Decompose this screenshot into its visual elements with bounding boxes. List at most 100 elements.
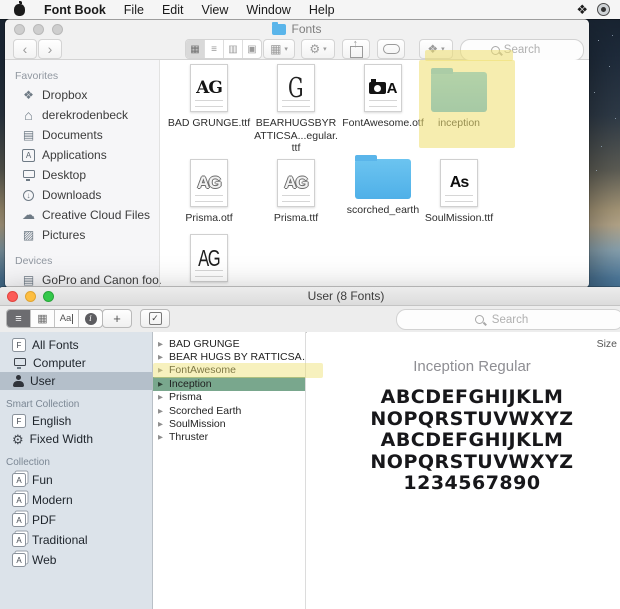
back-button[interactable]: ‹	[13, 39, 37, 59]
menu-edit[interactable]: Edit	[162, 3, 184, 17]
fontbook-toolbar: ≡ ▦ Aa i + ✓	[0, 306, 620, 333]
font-file-icon: As	[440, 159, 478, 207]
share-button[interactable]	[342, 38, 370, 59]
disclosure-triangle-icon[interactable]: ▶	[158, 393, 165, 401]
collection-header: Collection	[6, 457, 50, 468]
camera-glyph	[368, 79, 386, 94]
font-preview-sample: ABCDEFGHIJKLM NOPQRSTUVWXYZ ABCDEFGHIJKL…	[370, 386, 574, 494]
sidebar-item-downloads[interactable]: ↓ Downloads	[5, 185, 159, 205]
sidebar-item-web[interactable]: A Web	[0, 550, 152, 570]
font-list-view-button[interactable]: ≡	[7, 310, 30, 327]
checkbox-icon: ✓	[148, 312, 162, 325]
info-icon: i	[84, 312, 97, 325]
coverflow-view-button[interactable]: ▣	[242, 40, 261, 58]
dropbox-menu-icon[interactable]: ❖	[576, 3, 588, 16]
sidebar-item-english[interactable]: F English	[0, 412, 152, 430]
fontbook-titlebar: User (8 Fonts)	[0, 287, 620, 306]
sidebar-item-computer[interactable]: Computer	[0, 354, 152, 372]
fontbook-sidebar: F All Fonts Computer User Smart Collecti…	[0, 332, 153, 609]
sidebar-item-home[interactable]: ⌂ derekrodenbeck	[5, 105, 159, 125]
font-grid-view-button[interactable]: ▦	[30, 310, 54, 327]
font-file-icon: AG	[277, 159, 315, 207]
list-view-button[interactable]: ≡	[204, 40, 223, 58]
apple-menu-icon[interactable]	[14, 0, 25, 16]
minimize-button[interactable]	[25, 291, 36, 302]
file-bad-grunge[interactable]: AG BAD GRUNGE.ttf	[165, 64, 253, 130]
sidebar-item-user[interactable]: User	[0, 372, 152, 390]
font-file-icon: G	[277, 64, 315, 112]
sidebar-item-all-fonts[interactable]: F All Fonts	[0, 336, 152, 354]
sidebar-item-creative-cloud[interactable]: ☁ Creative Cloud Files	[5, 205, 159, 225]
font-collection-icon: F	[12, 338, 26, 352]
column-view-button[interactable]: ▥	[223, 40, 242, 58]
file-prisma-ttf[interactable]: AG Prisma.ttf	[252, 159, 340, 225]
sidebar-item-pdf[interactable]: A PDF	[0, 510, 152, 530]
font-list-item-bear-hugs[interactable]: ▶ BEAR HUGS BY RATTICSA…	[153, 350, 305, 363]
collection-icon: A	[12, 533, 26, 547]
fontbook-search-field[interactable]	[396, 309, 620, 330]
collection-icon: A	[12, 553, 26, 567]
sidebar-item-applications[interactable]: A Applications	[5, 145, 159, 165]
file-prisma-otf[interactable]: AG Prisma.otf	[165, 159, 253, 225]
folder-icon	[272, 21, 287, 35]
menu-help[interactable]: Help	[309, 3, 335, 17]
sidebar-item-desktop[interactable]: Desktop	[5, 165, 159, 185]
file-thruster[interactable]: AG	[165, 234, 253, 282]
arrange-button[interactable]: ▦ ▾	[263, 39, 295, 59]
zoom-button[interactable]	[43, 291, 54, 302]
folder-scorched-earth[interactable]: scorched_earth	[339, 151, 427, 217]
disclosure-triangle-icon[interactable]: ▶	[158, 380, 165, 388]
desktop-icon	[21, 169, 36, 181]
collection-icon: A	[12, 473, 26, 487]
sidebar-item-pictures[interactable]: ▨ Pictures	[5, 225, 159, 245]
sidebar-item-documents[interactable]: ▤ Documents	[5, 125, 159, 145]
camera-menu-icon[interactable]	[597, 3, 610, 16]
close-button[interactable]	[7, 291, 18, 302]
icon-view-button[interactable]: ▦	[186, 40, 204, 58]
forward-button[interactable]: ›	[38, 39, 62, 59]
fontbook-search-input[interactable]	[397, 312, 620, 327]
sidebar-item-dropbox[interactable]: ❖ Dropbox	[5, 85, 159, 105]
font-list-item-soulmission[interactable]: ▶ SoulMission	[153, 417, 305, 430]
creative-cloud-icon: ☁	[22, 207, 35, 222]
menu-window[interactable]: Window	[246, 3, 290, 17]
font-list-item-bad-grunge[interactable]: ▶ BAD GRUNGE	[153, 337, 305, 350]
font-list-item-inception[interactable]: ▶ Inception	[153, 377, 305, 391]
tag-button[interactable]	[377, 39, 405, 59]
font-sample-view-button[interactable]: Aa	[54, 310, 78, 327]
file-soulmission[interactable]: As SoulMission.ttf	[415, 159, 503, 225]
disclosure-triangle-icon[interactable]: ▶	[158, 353, 165, 361]
disclosure-triangle-icon[interactable]: ▶	[158, 407, 165, 415]
action-button[interactable]: ⚙ ▾	[301, 39, 335, 59]
sidebar-item-fun[interactable]: A Fun	[0, 470, 152, 490]
font-list-item-prisma[interactable]: ▶ Prisma	[153, 391, 305, 404]
documents-icon: ▤	[22, 128, 35, 142]
sidebar-item-fixed-width[interactable]: ⚙ Fixed Width	[0, 430, 152, 448]
menu-view[interactable]: View	[202, 3, 229, 17]
view-switcher: ▦ ≡ ▥ ▣	[185, 39, 262, 59]
font-list-item-scorched-earth[interactable]: ▶ Scorched Earth	[153, 404, 305, 417]
folder-icon	[355, 155, 411, 199]
sidebar-item-modern[interactable]: A Modern	[0, 490, 152, 510]
disclosure-triangle-icon[interactable]: ▶	[158, 420, 165, 428]
font-file-icon: AG	[190, 159, 228, 207]
disclosure-triangle-icon[interactable]: ▶	[158, 340, 165, 348]
menu-app-name[interactable]: Font Book	[44, 3, 106, 17]
sidebar-item-device-gopro[interactable]: ▤ GoPro and Canon foo… ⏏	[5, 270, 191, 288]
smart-collection-header: Smart Collection	[6, 399, 80, 410]
add-font-button[interactable]: +	[102, 309, 132, 328]
gear-icon: ⚙	[309, 42, 321, 56]
font-info-view-button[interactable]: i	[78, 310, 102, 327]
font-file-icon: AG	[190, 64, 228, 112]
file-bearhugs[interactable]: G BEARHUGSBYRATTICSA...egular.ttf	[252, 64, 340, 155]
sidebar-item-traditional[interactable]: A Traditional	[0, 530, 152, 550]
file-fontawesome[interactable]: A FontAwesome.otf	[339, 64, 427, 130]
validate-font-button[interactable]: ✓	[140, 309, 170, 328]
font-preview-pane: Size Inception Regular ABCDEFGHIJKLM NOP…	[307, 332, 620, 609]
home-icon: ⌂	[24, 107, 33, 123]
font-file-icon: A	[364, 64, 402, 112]
dropbox-icon: ❖	[23, 88, 34, 102]
disclosure-triangle-icon[interactable]: ▶	[158, 433, 165, 441]
menu-file[interactable]: File	[124, 3, 144, 17]
font-list-item-thruster[interactable]: ▶ Thruster	[153, 431, 305, 444]
